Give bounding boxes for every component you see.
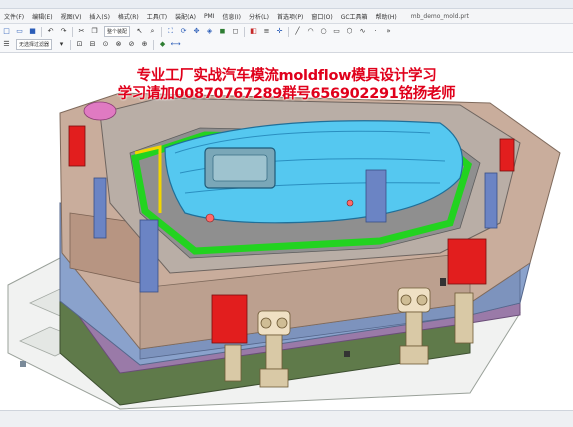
more-icon[interactable]: » [384,27,393,36]
menu-toggle-icon[interactable]: ☰ [2,40,11,49]
polygon-icon[interactable]: ⬡ [345,27,354,36]
select-arrow-icon[interactable]: ↖ [135,27,144,36]
menu-file[interactable]: 文件(F) [0,12,28,21]
toolbar-separator [161,26,163,37]
slider-left-top [68,125,86,167]
undo-icon[interactable]: ↶ [46,27,55,36]
menu-insert[interactable]: 插入(S) [85,12,114,21]
layer-icon[interactable]: ≡ [262,27,271,36]
menu-preferences[interactable]: 首选项(P) [273,12,307,21]
redo-icon[interactable]: ↷ [59,27,68,36]
view-orient-icon[interactable]: ◈ [205,27,214,36]
status-bar [0,410,573,427]
menu-help[interactable]: 帮助(H) [372,12,401,21]
filter-combo[interactable]: 整个装配 [104,26,131,37]
fit-icon[interactable]: ⛶ [166,27,175,36]
arc-icon[interactable]: ◠ [306,27,315,36]
snap-mid-icon[interactable]: ⊟ [88,40,97,49]
toolbar: □ ▭ ■ ↶ ↷ ✂ ❐ 整个装配 ↖ ⌕ ⛶ ⟳ ✥ ◈ ◼ ◻ ◧ ≡ ✛… [0,24,573,53]
save-icon[interactable]: ■ [28,27,37,36]
menu-bar: 文件(F) 编辑(E) 视图(V) 插入(S) 格式(R) 工具(T) 装配(A… [0,9,573,24]
toolbar-separator [288,26,290,37]
measure-icon[interactable]: ⟷ [171,40,181,49]
toolbar-separator [244,26,246,37]
feature-icon[interactable]: ◆ [158,40,167,49]
file-tab[interactable]: mb_demo_mold.prt [407,13,473,20]
promo-overlay-text: 专业工厂实战汽车模流moldflow模具设计学习 学习请加00870767289… [0,67,573,103]
line-icon[interactable]: ╱ [293,27,302,36]
menu-format[interactable]: 格式(R) [114,12,143,21]
snap-end-icon[interactable]: ⊡ [75,40,84,49]
menu-tools[interactable]: 工具(T) [143,12,171,21]
point-icon[interactable]: · [371,27,380,36]
menu-info[interactable]: 信息(I) [219,12,245,21]
menu-analysis[interactable]: 分析(L) [245,12,273,21]
toolbar-separator [41,26,42,37]
menu-edit[interactable]: 编辑(E) [28,12,56,21]
sprue-bushing [83,101,117,121]
snap-icon[interactable]: ✛ [275,27,284,36]
menu-pmi[interactable]: PMI [200,13,219,20]
circle-icon[interactable]: ○ [319,27,328,36]
cut-icon[interactable]: ✂ [77,27,86,36]
menu-gc-toolkit[interactable]: GC工具箱 [337,12,372,21]
select-filter-combo[interactable]: 无选择过滤器 [16,39,53,50]
menu-assembly[interactable]: 装配(A) [171,12,200,21]
graphics-viewport[interactable]: 专业工厂实战汽车模流moldflow模具设计学习 学习请加00870767289… [0,53,573,410]
snap-point-icon[interactable]: ⊕ [140,40,149,49]
slider-left-bottom [211,294,248,344]
toolbar-separator [153,39,155,50]
pan-icon[interactable]: ✥ [192,27,201,36]
mold-assembly-model [7,92,561,410]
wireframe-icon[interactable]: ◻ [231,27,240,36]
promo-line-2: 学习请加00870767289群号656902291铭扬老师 [117,86,456,102]
rotate-icon[interactable]: ⟳ [179,27,188,36]
shade-icon[interactable]: ◼ [218,27,227,36]
spline-icon[interactable]: ∿ [358,27,367,36]
menu-view[interactable]: 视图(V) [57,12,86,21]
snap-center-icon[interactable]: ⊙ [101,40,110,49]
menu-window[interactable]: 窗口(O) [307,12,336,21]
section-icon[interactable]: ◧ [249,27,258,36]
slider-right-top [499,138,515,172]
copy-icon[interactable]: ❐ [90,27,99,36]
toolbar-separator [72,26,73,37]
new-icon[interactable]: □ [2,27,11,36]
promo-line-1: 专业工厂实战汽车模流moldflow模具设计学习 [136,68,437,84]
snap-tangent-icon[interactable]: ⊘ [127,40,136,49]
rectangle-icon[interactable]: ▭ [332,27,341,36]
zoom-icon[interactable]: ⌕ [148,27,157,36]
dropdown-chevron-icon[interactable]: ▾ [57,40,66,49]
open-icon[interactable]: ▭ [15,27,24,36]
toolbar-separator [70,39,72,50]
slider-right-mid [447,238,487,285]
snap-intersect-icon[interactable]: ⊗ [114,40,123,49]
title-bar [0,0,573,9]
